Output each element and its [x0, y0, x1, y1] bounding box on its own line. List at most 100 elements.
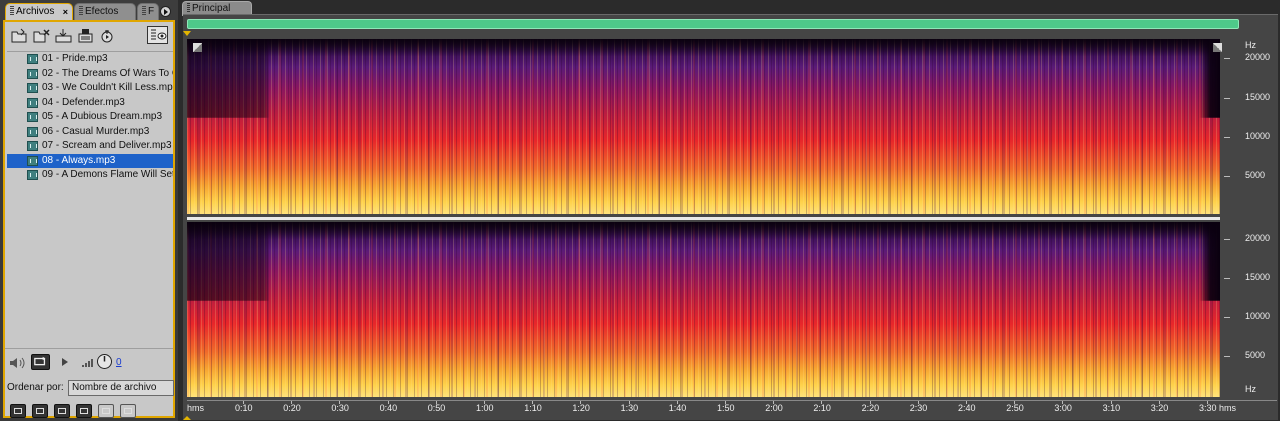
volume-knob-icon[interactable] — [96, 353, 113, 370]
volume-value[interactable]: 0 — [116, 357, 122, 368]
zoom-navigator-bar[interactable] — [187, 19, 1239, 29]
time-label: 0:30 — [331, 403, 349, 413]
time-unit-label-end: hms — [1219, 403, 1237, 413]
close-file-icon[interactable] — [33, 28, 50, 43]
spectral-display-right-channel[interactable] — [187, 222, 1220, 397]
file-name: 03 - We Couldn't Kill Less.mp3 — [42, 82, 173, 93]
open-file-icon[interactable] — [11, 28, 28, 43]
play-icon[interactable] — [61, 357, 69, 367]
list-item[interactable]: 02 - The Dreams Of Wars To Cor — [7, 67, 173, 82]
list-item[interactable]: 07 - Scream and Deliver.mp3 — [7, 139, 173, 154]
time-label: 2:50 — [1006, 403, 1024, 413]
file-name: 05 - A Dubious Dream.mp3 — [42, 111, 163, 122]
file-name: 08 - Always.mp3 — [42, 154, 116, 166]
tab-principal-label: Principal — [192, 3, 231, 14]
channel-divider — [187, 217, 1220, 220]
freq-unit-label: Hz — [1245, 40, 1256, 50]
close-icon[interactable]: × — [63, 4, 68, 20]
stop-icon[interactable] — [54, 404, 70, 418]
tab-favoritos-label: F — [148, 6, 155, 17]
audio-file-icon — [27, 141, 38, 151]
auto-play-toggle-icon[interactable] — [32, 404, 48, 418]
freq-tick — [1224, 239, 1230, 240]
file-name: 04 - Defender.mp3 — [42, 96, 125, 108]
time-label: 3:20 — [1150, 403, 1169, 413]
files-panel: Archivos × Efectos F 01 - Pride.mp3 02 -… — [0, 0, 178, 421]
freq-tick — [1224, 98, 1230, 99]
file-name: 02 - The Dreams Of Wars To Cor — [42, 67, 173, 79]
files-frame: 01 - Pride.mp3 02 - The Dreams Of Wars T… — [3, 20, 175, 418]
multitrack-icon[interactable] — [10, 404, 26, 418]
file-name: 09 - A Demons Flame Will Set Yo — [42, 169, 173, 180]
freq-label: 20000 — [1245, 233, 1271, 243]
audio-file-icon — [27, 97, 38, 108]
import-icon[interactable] — [55, 28, 72, 43]
freq-label: 15000 — [1245, 272, 1271, 282]
freq-label: 20000 — [1245, 52, 1271, 62]
time-ruler[interactable]: hms 0:10 0:20 0:30 0:40 0:50 1:00 1:10 1:20 1:30… — [187, 400, 1277, 415]
list-item[interactable]: 01 - Pride.mp3 — [7, 52, 173, 67]
freq-tick — [1224, 356, 1230, 357]
freq-tick — [1224, 176, 1230, 177]
speaker-icon[interactable] — [9, 357, 25, 369]
time-label: 1:40 — [668, 403, 687, 413]
playhead-marker-icon[interactable] — [183, 31, 191, 36]
time-label: 3:00 — [1054, 403, 1072, 413]
time-label: 2:00 — [765, 403, 783, 413]
time-label: 0:50 — [427, 403, 446, 413]
frequency-ruler-top: Hz 20000 15000 10000 5000 — [1224, 39, 1274, 217]
file-name: 01 - Pride.mp3 — [42, 53, 108, 64]
grip-icon — [142, 6, 146, 15]
list-item-selected[interactable]: 08 - Always.mp3 — [7, 153, 173, 168]
tab-favoritos[interactable]: F — [137, 3, 159, 20]
panel-menu-icon[interactable] — [160, 6, 171, 17]
tab-archivos-label: Archivos — [16, 6, 55, 17]
list-item[interactable]: 04 - Defender.mp3 — [7, 96, 173, 111]
freq-tick — [1224, 278, 1230, 279]
time-unit-label: hms — [187, 403, 205, 413]
loop-icon[interactable] — [31, 354, 50, 370]
sort-label: Ordenar por: — [7, 382, 64, 393]
audio-file-icon — [27, 68, 38, 79]
time-label: 0:10 — [235, 403, 253, 413]
sort-row: Ordenar por: Nombre de archivo — [5, 380, 174, 396]
spectral-display-left-channel[interactable] — [187, 39, 1220, 214]
time-label: 1:10 — [524, 403, 542, 413]
audio-file-icon — [27, 155, 38, 166]
time-label: 1:30 — [620, 403, 639, 413]
time-label: 3:10 — [1102, 403, 1121, 413]
tab-archivos[interactable]: Archivos × — [5, 3, 73, 20]
end-marker-icon[interactable] — [183, 416, 191, 420]
list-item[interactable]: 09 - A Demons Flame Will Set Yo — [7, 168, 173, 183]
audio-file-icon — [27, 170, 38, 180]
audio-file-icon — [27, 54, 38, 64]
view-options-icon[interactable] — [147, 26, 168, 44]
freq-unit-label: Hz — [1245, 384, 1256, 394]
file-name: 07 - Scream and Deliver.mp3 — [42, 140, 172, 151]
list-item[interactable]: 06 - Casual Murder.mp3 — [7, 125, 173, 140]
time-label: 3:30 — [1199, 403, 1217, 413]
fade-out-handle-icon[interactable] — [1213, 43, 1222, 52]
tab-efectos[interactable]: Efectos — [74, 3, 136, 20]
volume-level-icon — [82, 359, 93, 367]
list-view-icon[interactable] — [120, 404, 136, 418]
preview-transport: 0 — [5, 348, 173, 379]
freq-tick — [1224, 58, 1230, 59]
autoplay-icon[interactable] — [99, 28, 116, 43]
freq-label: 5000 — [1245, 350, 1266, 360]
tab-efectos-label: Efectos — [85, 6, 119, 17]
file-name: 06 - Casual Murder.mp3 — [42, 125, 150, 137]
list-item[interactable]: 05 - A Dubious Dream.mp3 — [7, 110, 173, 125]
time-label: 0:20 — [283, 403, 301, 413]
edit-icon[interactable] — [76, 404, 92, 418]
audio-file-icon — [27, 83, 38, 93]
filter-icon[interactable] — [98, 404, 114, 418]
grip-icon — [79, 6, 83, 15]
freq-label: 5000 — [1245, 170, 1266, 180]
sort-select[interactable]: Nombre de archivo — [68, 380, 174, 396]
fade-in-handle-icon[interactable] — [193, 43, 202, 52]
list-item[interactable]: 03 - We Couldn't Kill Less.mp3 — [7, 81, 173, 96]
freq-label: 15000 — [1245, 92, 1271, 102]
file-list: 01 - Pride.mp3 02 - The Dreams Of Wars T… — [7, 51, 173, 376]
insert-icon[interactable] — [77, 28, 94, 43]
